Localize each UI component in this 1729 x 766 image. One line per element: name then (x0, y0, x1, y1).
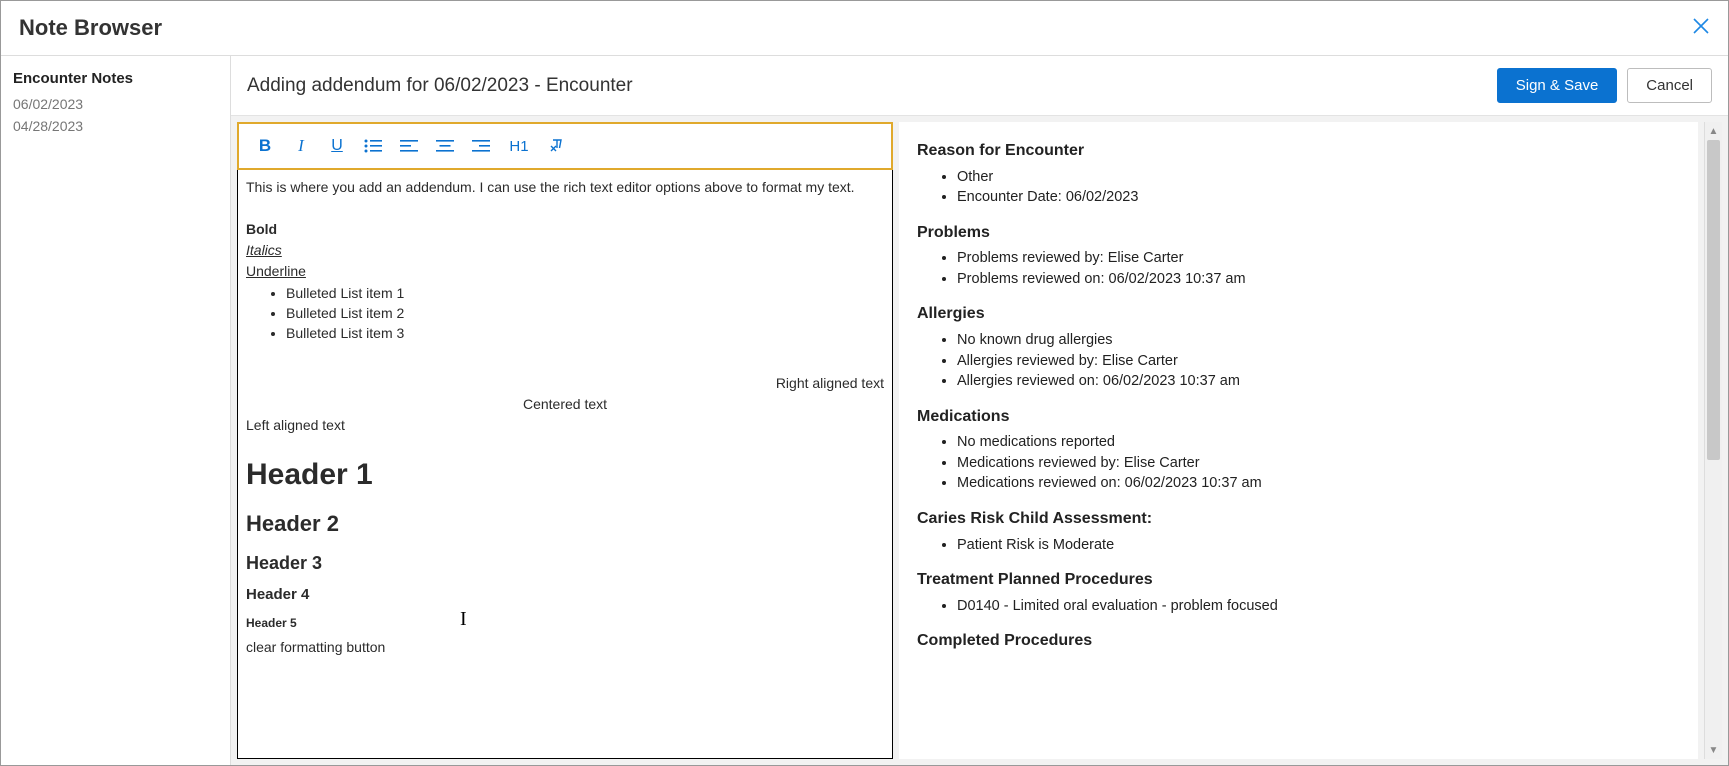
note-detail-panel: Reason for Encounter Other Encounter Dat… (899, 122, 1698, 759)
main-header: Adding addendum for 06/02/2023 - Encount… (231, 56, 1728, 116)
list-item: No known drug allergies (957, 331, 1680, 351)
underline-icon[interactable]: U (321, 132, 353, 160)
section-heading-completed: Completed Procedures (917, 630, 1680, 652)
header-actions: Sign & Save Cancel (1497, 68, 1712, 103)
bold-icon[interactable]: B (249, 132, 281, 160)
list-item: Allergies reviewed by: Elise Carter (957, 352, 1680, 372)
main-column: Adding addendum for 06/02/2023 - Encount… (231, 56, 1728, 765)
italic-icon[interactable]: I (285, 132, 317, 160)
list-item: Medications reviewed by: Elise Carter (957, 454, 1680, 474)
editor-h4: Header 4 (246, 585, 884, 605)
sidebar-heading: Encounter Notes (13, 70, 218, 87)
sign-save-button[interactable]: Sign & Save (1497, 68, 1618, 103)
section-heading-problems: Problems (917, 222, 1680, 244)
scroll-down-icon[interactable]: ▼ (1705, 741, 1722, 759)
editor-bold-sample: Bold (246, 220, 884, 239)
list-item: Encounter Date: 06/02/2023 (957, 188, 1680, 208)
section-heading-medications: Medications (917, 406, 1680, 428)
list-item: Bulleted List item 1 (286, 284, 884, 303)
caries-list: Patient Risk is Moderate (917, 536, 1680, 556)
editor-centered: Centered text (246, 395, 884, 414)
allergies-list: No known drug allergies Allergies review… (917, 331, 1680, 392)
editor-bullet-list: Bulleted List item 1 Bulleted List item … (246, 284, 884, 343)
window-title: Note Browser (19, 15, 162, 41)
problems-list: Problems reviewed by: Elise Carter Probl… (917, 249, 1680, 289)
list-item: Problems reviewed on: 06/02/2023 10:37 a… (957, 270, 1680, 290)
align-center-icon[interactable] (429, 132, 461, 160)
page-title: Adding addendum for 06/02/2023 - Encount… (247, 75, 633, 97)
editor-textarea[interactable]: This is where you add an addendum. I can… (237, 170, 893, 759)
sidebar: Encounter Notes 06/02/2023 04/28/2023 (1, 56, 231, 765)
list-item: Allergies reviewed on: 06/02/2023 10:37 … (957, 372, 1680, 392)
editor-right-aligned: Right aligned text (246, 374, 884, 393)
scroll-thumb[interactable] (1707, 140, 1720, 460)
bullet-list-icon[interactable] (357, 132, 389, 160)
heading-icon[interactable]: H1 (501, 132, 537, 160)
main-body: Encounter Notes 06/02/2023 04/28/2023 Ad… (1, 56, 1728, 765)
medications-list: No medications reported Medications revi… (917, 433, 1680, 494)
list-item: D0140 - Limited oral evaluation - proble… (957, 597, 1680, 617)
section-heading-planned: Treatment Planned Procedures (917, 569, 1680, 591)
editor-h3: Header 3 (246, 551, 884, 575)
section-heading-allergies: Allergies (917, 303, 1680, 325)
align-left-icon[interactable] (393, 132, 425, 160)
list-item: Medications reviewed on: 06/02/2023 10:3… (957, 474, 1680, 494)
sidebar-date-item[interactable]: 04/28/2023 (13, 115, 218, 137)
scrollbar[interactable]: ▲ ▼ (1704, 122, 1722, 759)
reason-list: Other Encounter Date: 06/02/2023 (917, 168, 1680, 208)
content-row: B I U (231, 116, 1728, 765)
editor-paragraph: This is where you add an addendum. I can… (246, 178, 884, 197)
list-item: Bulleted List item 2 (286, 304, 884, 323)
editor-left-aligned: Left aligned text (246, 416, 884, 435)
list-item: No medications reported (957, 433, 1680, 453)
section-heading-reason: Reason for Encounter (917, 140, 1680, 162)
note-browser-window: Note Browser Encounter Notes 06/02/2023 … (1, 1, 1728, 765)
text-cursor-icon: I (460, 606, 467, 633)
editor-h1: Header 1 (246, 455, 884, 496)
list-item: Problems reviewed by: Elise Carter (957, 249, 1680, 269)
editor-h5: Header 5 (246, 615, 884, 631)
scroll-up-icon[interactable]: ▲ (1705, 122, 1722, 140)
editor-italic-sample: Italics (246, 241, 884, 260)
list-item: Bulleted List item 3 (286, 324, 884, 343)
clear-format-icon[interactable] (541, 132, 573, 160)
editor-clear-format-sample: clear formatting button (246, 638, 884, 657)
editor-h2: Header 2 (246, 509, 884, 539)
titlebar: Note Browser (1, 1, 1728, 56)
close-icon[interactable] (1692, 17, 1710, 39)
planned-list: D0140 - Limited oral evaluation - proble… (917, 597, 1680, 617)
editor-column: B I U (237, 122, 893, 759)
align-right-icon[interactable] (465, 132, 497, 160)
section-heading-caries: Caries Risk Child Assessment: (917, 508, 1680, 530)
sidebar-date-item[interactable]: 06/02/2023 (13, 93, 218, 115)
editor-underline-sample: Underline (246, 262, 884, 281)
list-item: Other (957, 168, 1680, 188)
list-item: Patient Risk is Moderate (957, 536, 1680, 556)
scroll-track[interactable] (1705, 140, 1722, 741)
cancel-button[interactable]: Cancel (1627, 68, 1712, 103)
editor-toolbar: B I U (237, 122, 893, 170)
